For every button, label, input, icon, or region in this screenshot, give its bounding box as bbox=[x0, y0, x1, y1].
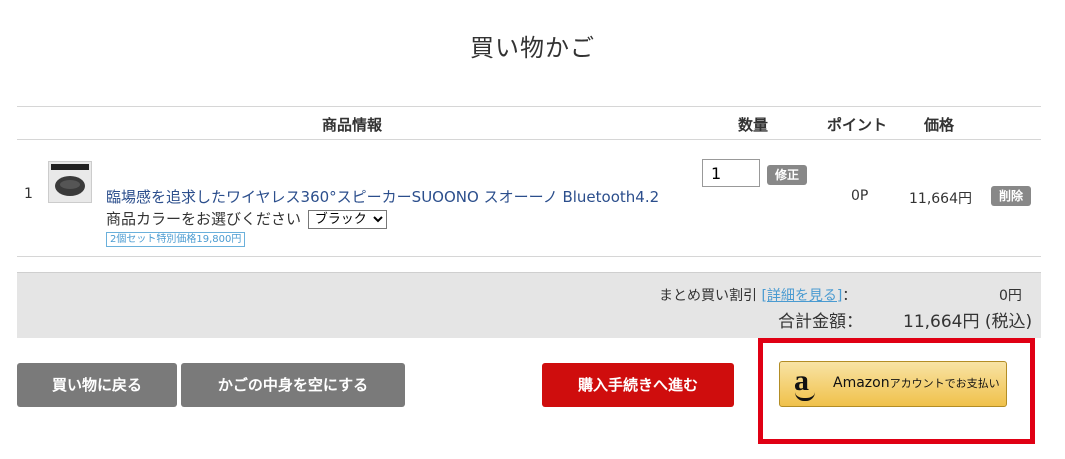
quantity-input[interactable] bbox=[702, 159, 760, 187]
row-points: 0P bbox=[851, 188, 869, 204]
bulk-discount-row: まとめ買い割引 [詳細を見る]： bbox=[659, 285, 856, 305]
color-selector-row: 商品カラーをお選びください ブラック bbox=[106, 208, 387, 229]
amazon-pay-label: Amazonアカウントでお支払い bbox=[833, 375, 1000, 391]
color-select[interactable]: ブラック bbox=[307, 210, 387, 229]
bulk-discount-label: まとめ買い割引 bbox=[659, 288, 757, 304]
discount-colon: ： bbox=[842, 288, 857, 304]
product-name-link[interactable]: 臨場感を追求したワイヤレス360°スピーカーSUOONO スオーーノ Bluet… bbox=[106, 186, 659, 207]
color-label: 商品カラーをお選びください bbox=[106, 210, 302, 228]
empty-cart-button[interactable]: かごの中身を空にする bbox=[181, 363, 405, 407]
row-index: 1 bbox=[24, 186, 33, 202]
amazon-pay-button[interactable]: a Amazonアカウントでお支払い bbox=[779, 361, 1007, 407]
summary-box bbox=[17, 272, 1041, 338]
table-top-divider bbox=[17, 106, 1041, 107]
total-value: 11,664円 (税込) bbox=[903, 312, 1033, 332]
total-label: 合計金額： bbox=[778, 312, 863, 332]
page-title: 買い物かご bbox=[470, 34, 595, 62]
header-divider bbox=[17, 139, 1041, 140]
discount-details-link[interactable]: [詳細を見る] bbox=[761, 288, 842, 304]
update-qty-button[interactable]: 修正 bbox=[767, 165, 807, 185]
amazon-smile-icon bbox=[795, 392, 815, 401]
header-product: 商品情報 bbox=[322, 116, 383, 134]
row-price: 11,664円 bbox=[909, 191, 972, 207]
checkout-button[interactable]: 購入手続きへ進む bbox=[542, 363, 734, 407]
row-divider bbox=[17, 256, 1041, 257]
delete-item-button[interactable]: 削除 bbox=[991, 186, 1031, 206]
amazon-pay-main: Amazon bbox=[833, 375, 890, 391]
header-qty: 数量 bbox=[738, 116, 769, 134]
set-price-badge: 2個セット特別価格19,800円 bbox=[106, 232, 246, 247]
bulk-discount-value: 0円 bbox=[999, 288, 1022, 304]
header-points: ポイント bbox=[827, 116, 888, 134]
header-price: 価格 bbox=[924, 116, 955, 134]
back-to-shopping-button[interactable]: 買い物に戻る bbox=[17, 363, 177, 407]
product-thumbnail[interactable] bbox=[48, 161, 92, 203]
amazon-pay-small: アカウントでお支払い bbox=[889, 377, 1000, 390]
